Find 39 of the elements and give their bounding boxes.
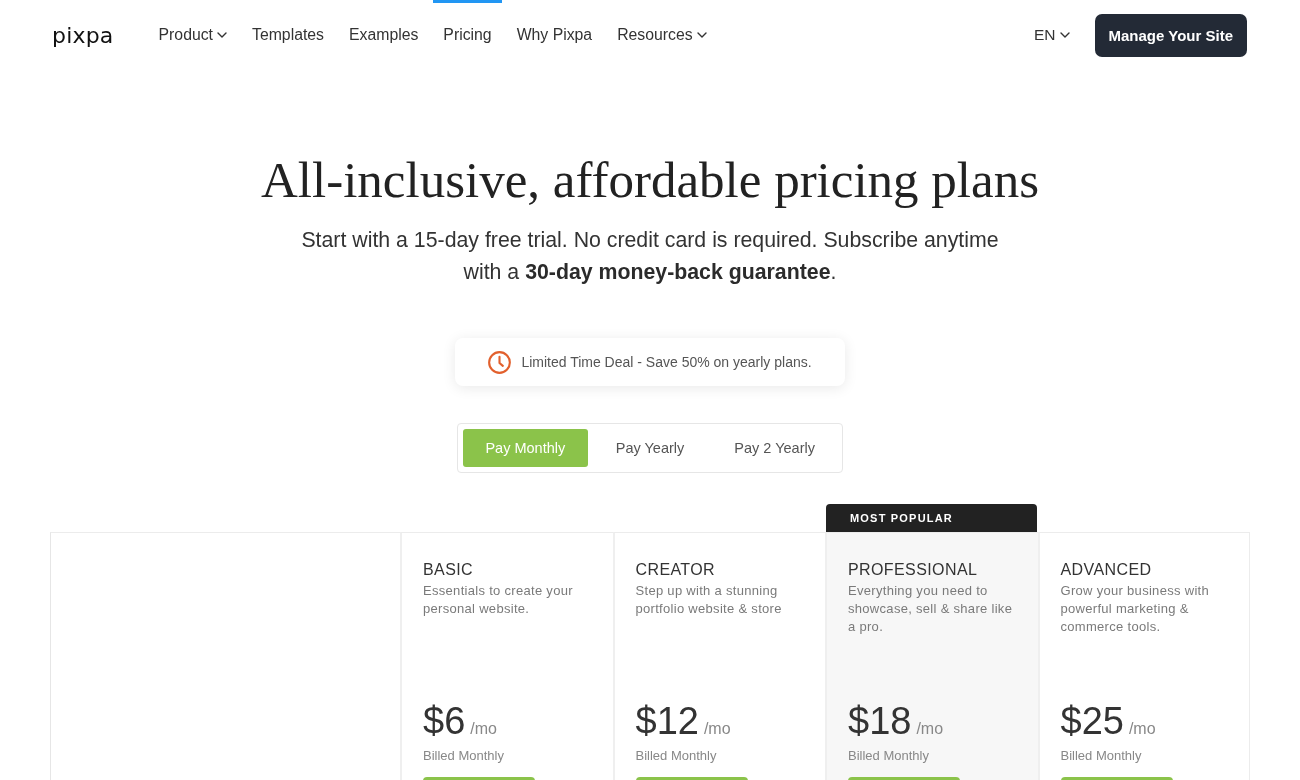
nav-link[interactable]: Templates	[242, 0, 334, 70]
plan-description: Essentials to create your personal website.	[423, 582, 574, 618]
billing-note: Billed Monthly	[423, 747, 505, 765]
nav-link[interactable]: Resources	[607, 0, 717, 70]
plan-name: ADVANCED	[1060, 560, 1153, 580]
nav-link[interactable]: Examples	[339, 0, 429, 70]
billing-tab[interactable]: Pay 2 Yearly	[712, 429, 837, 467]
billing-note: Billed Monthly	[848, 747, 930, 765]
manage-site-button[interactable]: Manage Your Site	[1094, 13, 1247, 57]
plan-price: $6	[423, 699, 466, 744]
plan-price: $18	[848, 699, 912, 744]
plan-description: Step up with a stunning portfolio website & store	[635, 582, 783, 618]
language-selector[interactable]: EN	[1033, 26, 1070, 44]
nav-link[interactable]: Product	[148, 0, 237, 70]
billing-note: Billed Monthly	[635, 747, 718, 765]
clock-icon	[488, 350, 512, 374]
page-subtitle: Start with a 15-day free trial. No credit card is required. Subscribe anytime with a 30-day money-back guarantee.	[300, 227, 1000, 286]
caret-icon	[696, 32, 707, 38]
deal-text: Limited Time Deal - Save 50% on yearly plans.	[521, 354, 812, 370]
logo[interactable]: pixpa	[52, 22, 114, 48]
caret-icon	[1059, 32, 1070, 38]
price-period: /mo	[1128, 719, 1156, 739]
plan-description: Everything you need to showcase, sell & share like a pro.	[848, 582, 1014, 636]
plan-price: $12	[635, 699, 699, 744]
price-period: /mo	[703, 719, 731, 739]
price-period: /mo	[470, 719, 497, 739]
plan-name: BASIC	[423, 560, 474, 580]
caret-icon	[217, 32, 227, 38]
plan-name: PROFESSIONAL	[848, 560, 979, 580]
page-title: All-inclusive, affordable pricing plans	[260, 151, 1040, 210]
nav-link[interactable]: Why Pixpa	[506, 0, 603, 70]
plan-name: CREATOR	[635, 560, 717, 580]
price-period: /mo	[916, 719, 944, 739]
billing-tab[interactable]: Pay Yearly	[587, 429, 713, 467]
plan-price: $25	[1060, 699, 1124, 744]
nav-link[interactable]: Pricing	[433, 0, 502, 70]
popular-badge: MOST POPULAR	[826, 504, 1037, 532]
plan-description: Grow your business with powerful marketing & commerce tools.	[1060, 582, 1210, 636]
billing-note: Billed Monthly	[1060, 747, 1143, 765]
